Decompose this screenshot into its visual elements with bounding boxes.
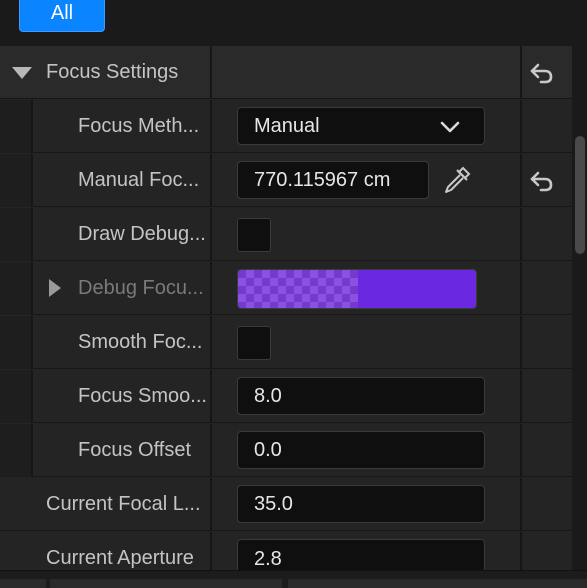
debug-focus-color-swatch[interactable]: [237, 269, 477, 309]
indent-guide: [0, 424, 33, 477]
draw-debug-label: Draw Debug...: [78, 223, 206, 245]
column-divider: [520, 154, 522, 207]
triangle-down-icon[interactable]: [11, 66, 33, 80]
row-debug-focus: Debug Focu...: [0, 262, 572, 315]
column-divider: [520, 478, 522, 531]
eyedropper-icon[interactable]: [441, 164, 473, 196]
indent-guide: [0, 370, 33, 423]
column-divider: [520, 208, 522, 261]
all-filter-button[interactable]: All: [19, 0, 105, 32]
column-divider: [520, 424, 522, 477]
manual-focus-input[interactable]: 770.115967 cm: [237, 161, 429, 199]
row-manual-focus: Manual Foc... 770.115967 cm: [0, 154, 572, 207]
focus-offset-label: Focus Offset: [78, 439, 192, 461]
column-divider: [520, 532, 522, 570]
column-divider: [210, 532, 212, 570]
scrollbar-track[interactable]: [572, 46, 587, 570]
indent-guide: [0, 316, 33, 369]
bottom-bar: [0, 570, 587, 588]
column-divider: [520, 316, 522, 369]
indent-guide: [0, 262, 33, 315]
column-divider: [210, 478, 212, 531]
reset-arrow-icon[interactable]: [529, 62, 555, 84]
row-smooth-focus: Smooth Foc...: [0, 316, 572, 369]
column-divider: [210, 370, 212, 423]
row-focus-smoothing: Focus Smoo... 8.0: [0, 370, 572, 423]
column-divider: [210, 100, 212, 153]
chevron-down-icon: [440, 121, 460, 133]
column-divider: [210, 316, 212, 369]
row-current-aperture: Current Aperture 2.8: [0, 532, 572, 579]
row-current-focal-length: Current Focal L... 35.0: [0, 478, 572, 531]
color-swatch-preview: [238, 270, 476, 308]
current-focal-length-label: Current Focal L...: [46, 493, 201, 515]
row-focus-offset: Focus Offset 0.0: [0, 424, 572, 477]
draw-debug-checkbox[interactable]: [237, 218, 271, 252]
column-divider: [210, 262, 212, 315]
scrollbar-thumb[interactable]: [575, 136, 585, 254]
column-divider: [210, 208, 212, 261]
focus-method-dropdown[interactable]: Manual: [237, 107, 485, 145]
current-focal-length-input[interactable]: 35.0: [237, 485, 485, 523]
reset-arrow-icon[interactable]: [529, 170, 555, 192]
manual-focus-label: Manual Foc...: [78, 169, 200, 191]
column-divider: [520, 100, 522, 153]
column-divider: [520, 370, 522, 423]
column-divider: [520, 46, 522, 99]
column-divider: [210, 424, 212, 477]
focus-method-label: Focus Meth...: [78, 115, 200, 137]
triangle-right-icon[interactable]: [48, 278, 62, 298]
indent-guide: [0, 208, 33, 261]
section-title: Focus Settings: [46, 61, 179, 83]
details-panel: Focus Settings Focus Meth... Manual Manu…: [0, 46, 572, 579]
focus-smoothing-label: Focus Smoo...: [78, 385, 207, 407]
smooth-focus-label: Smooth Foc...: [78, 331, 203, 353]
focus-method-value: Manual: [254, 114, 320, 137]
column-divider: [210, 154, 212, 207]
column-divider: [210, 46, 212, 99]
row-draw-debug: Draw Debug...: [0, 208, 572, 261]
indent-guide: [0, 100, 33, 153]
section-header-focus-settings[interactable]: Focus Settings: [0, 46, 572, 99]
indent-guide: [0, 154, 33, 207]
column-divider: [520, 262, 522, 315]
filter-bar: All: [0, 0, 587, 46]
focus-offset-input[interactable]: 0.0: [237, 431, 485, 469]
focus-smoothing-input[interactable]: 8.0: [237, 377, 485, 415]
row-focus-method: Focus Meth... Manual: [0, 100, 572, 153]
debug-focus-label: Debug Focu...: [78, 277, 204, 299]
smooth-focus-checkbox[interactable]: [237, 326, 271, 360]
